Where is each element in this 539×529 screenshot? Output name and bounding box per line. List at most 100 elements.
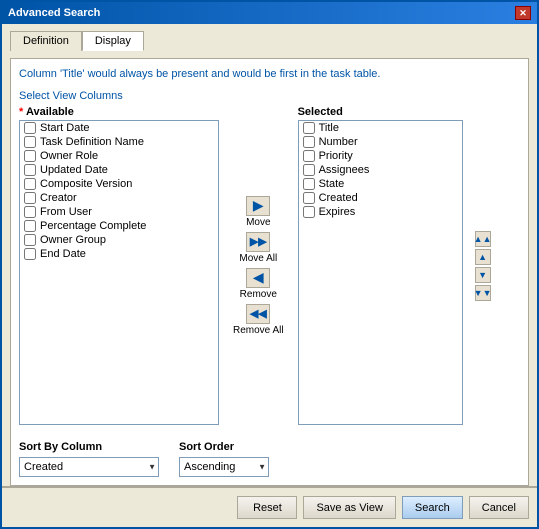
selected-checkbox-expires[interactable] — [303, 206, 315, 218]
close-button[interactable]: ✕ — [515, 6, 531, 20]
selected-checkbox-state[interactable] — [303, 178, 315, 190]
available-checkbox-startdate[interactable] — [24, 122, 36, 134]
move-all-icon: ▶▶ — [246, 232, 270, 252]
sort-order-select[interactable]: Ascending Descending — [179, 457, 269, 477]
list-item[interactable]: Owner Role — [20, 149, 218, 163]
list-item[interactable]: Task Definition Name — [20, 135, 218, 149]
selected-label: Selected — [298, 106, 463, 118]
selected-item-label: Created — [319, 192, 358, 204]
move-all-label: Move All — [239, 253, 277, 264]
available-checkbox-updateddate[interactable] — [24, 164, 36, 176]
title-bar: Advanced Search ✕ — [2, 2, 537, 24]
selected-checkbox-title[interactable] — [303, 122, 315, 134]
move-top-button[interactable]: ▲▲ — [475, 231, 491, 247]
list-item[interactable]: Priority — [299, 149, 462, 163]
available-item-label: Percentage Complete — [40, 220, 146, 232]
sort-order-label: Sort Order — [179, 441, 269, 453]
list-item[interactable]: End Date — [20, 247, 218, 261]
move-label: Move — [246, 217, 270, 228]
tab-display[interactable]: Display — [82, 31, 144, 51]
available-item-label: Composite Version — [40, 178, 132, 190]
available-item-label: Task Definition Name — [40, 136, 144, 148]
selected-checkbox-created[interactable] — [303, 192, 315, 204]
available-item-label: From User — [40, 206, 92, 218]
selected-section: Selected Title Number Priority — [298, 106, 463, 425]
sort-order-group: Sort Order Ascending Descending — [179, 441, 269, 477]
available-checkbox-compver[interactable] — [24, 178, 36, 190]
selected-item-label: Priority — [319, 150, 353, 162]
search-button[interactable]: Search — [402, 496, 463, 519]
list-item[interactable]: Percentage Complete — [20, 219, 218, 233]
sort-by-column-select-wrapper[interactable]: Created Title Number Priority Assignees … — [19, 457, 159, 477]
order-buttons: ▲▲ ▲ ▼ ▼▼ — [471, 106, 491, 425]
list-item[interactable]: State — [299, 177, 462, 191]
selected-checkbox-number[interactable] — [303, 136, 315, 148]
tabs-container: Definition Display — [2, 24, 537, 58]
remove-icon: ◀ — [246, 268, 270, 288]
selected-checkbox-priority[interactable] — [303, 150, 315, 162]
selected-checkbox-assignees[interactable] — [303, 164, 315, 176]
selected-item-label: Assignees — [319, 164, 370, 176]
list-item[interactable]: Title — [299, 121, 462, 135]
selected-list[interactable]: Title Number Priority Assignees — [298, 120, 463, 425]
reset-button[interactable]: Reset — [237, 496, 297, 519]
remove-button[interactable]: ◀ Remove — [240, 268, 277, 300]
sort-area: Sort By Column Created Title Number Prio… — [19, 435, 520, 477]
move-down-button[interactable]: ▼ — [475, 267, 491, 283]
select-view-label: Select View Columns — [19, 90, 520, 102]
list-item[interactable]: Expires — [299, 205, 462, 219]
footer-bar: Reset Save as View Search Cancel — [2, 487, 537, 527]
available-checkbox-enddate[interactable] — [24, 248, 36, 260]
available-item-label: Owner Role — [40, 150, 98, 162]
tab-content: Column 'Title' would always be present a… — [10, 58, 529, 486]
list-item[interactable]: Creator — [20, 191, 218, 205]
remove-all-button[interactable]: ◀◀ Remove All — [233, 304, 284, 336]
remove-label: Remove — [240, 289, 277, 300]
available-checkbox-fromuser[interactable] — [24, 206, 36, 218]
list-item[interactable]: Updated Date — [20, 163, 218, 177]
save-as-view-button[interactable]: Save as View — [303, 496, 395, 519]
list-item[interactable]: Owner Group — [20, 233, 218, 247]
available-checkbox-taskdef[interactable] — [24, 136, 36, 148]
available-item-label: Updated Date — [40, 164, 108, 176]
available-label: * Available — [19, 106, 219, 118]
selected-item-label: Expires — [319, 206, 356, 218]
sort-by-column-select[interactable]: Created Title Number Priority Assignees … — [19, 457, 159, 477]
selected-item-label: State — [319, 178, 345, 190]
available-list[interactable]: Start Date Task Definition Name Owner Ro… — [19, 120, 219, 425]
available-checkbox-creator[interactable] — [24, 192, 36, 204]
move-all-button[interactable]: ▶▶ Move All — [239, 232, 277, 264]
list-item[interactable]: From User — [20, 205, 218, 219]
list-item[interactable]: Start Date — [20, 121, 218, 135]
info-text: Column 'Title' would always be present a… — [19, 67, 520, 82]
sort-by-column-group: Sort By Column Created Title Number Prio… — [19, 441, 159, 477]
advanced-search-window: Advanced Search ✕ Definition Display Col… — [0, 0, 539, 529]
cancel-button[interactable]: Cancel — [469, 496, 529, 519]
available-item-label: Creator — [40, 192, 77, 204]
list-item[interactable]: Composite Version — [20, 177, 218, 191]
middle-buttons: ▶ Move ▶▶ Move All ◀ Remove ◀◀ Remove Al… — [227, 106, 290, 425]
move-up-button[interactable]: ▲ — [475, 249, 491, 265]
list-item[interactable]: Number — [299, 135, 462, 149]
available-checkbox-pctcomplete[interactable] — [24, 220, 36, 232]
list-item[interactable]: Created — [299, 191, 462, 205]
selected-item-label: Number — [319, 136, 358, 148]
sort-order-select-wrapper[interactable]: Ascending Descending — [179, 457, 269, 477]
move-button[interactable]: ▶ Move — [246, 196, 270, 228]
available-checkbox-ownerrole[interactable] — [24, 150, 36, 162]
remove-all-label: Remove All — [233, 325, 284, 336]
move-icon: ▶ — [246, 196, 270, 216]
available-item-label: Owner Group — [40, 234, 106, 246]
selected-item-label: Title — [319, 122, 339, 134]
columns-area: * Available Start Date Task Definition N… — [19, 106, 520, 425]
tab-definition[interactable]: Definition — [10, 31, 82, 51]
tabs: Definition Display — [10, 30, 529, 50]
sort-by-column-label: Sort By Column — [19, 441, 159, 453]
move-bottom-button[interactable]: ▼▼ — [475, 285, 491, 301]
available-item-label: End Date — [40, 248, 86, 260]
remove-all-icon: ◀◀ — [246, 304, 270, 324]
available-checkbox-ownergroup[interactable] — [24, 234, 36, 246]
available-item-label: Start Date — [40, 122, 90, 134]
list-item[interactable]: Assignees — [299, 163, 462, 177]
asterisk: * — [19, 106, 23, 118]
